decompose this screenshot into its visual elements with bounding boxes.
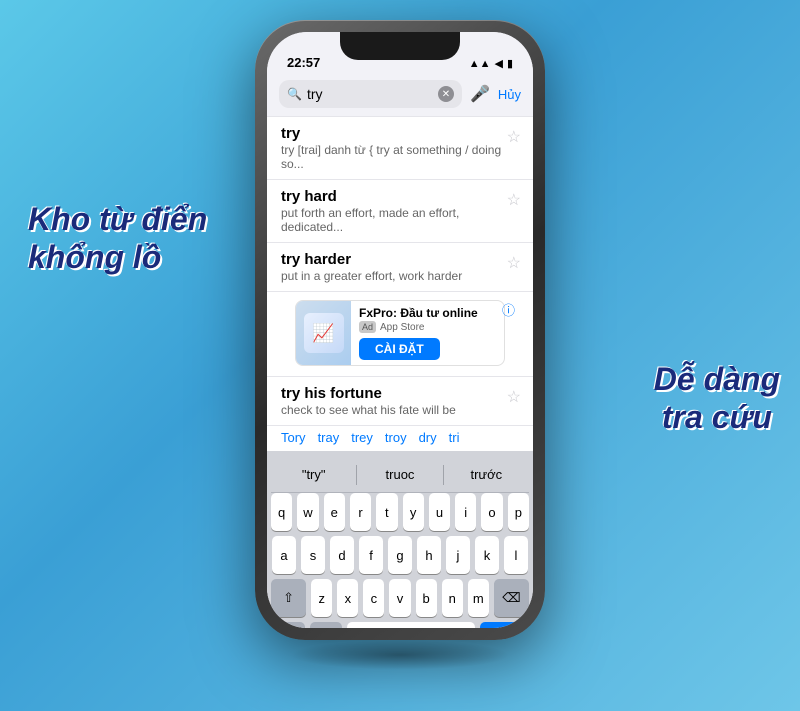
key-b[interactable]: b [416,579,437,617]
result-word: try harder [281,251,519,268]
key-d[interactable]: d [330,536,354,574]
result-definition: check to see what his fate will be [281,403,519,417]
key-u[interactable]: u [429,493,450,531]
clear-button[interactable]: ✕ [438,86,454,102]
ad-title: FxPro: Đầu tư online [359,306,496,320]
keyboard-row-1: q w e r t y u i o p [271,493,529,531]
ad-content-block[interactable]: 📈 FxPro: Đầu tư online Ad App Store CÀI … [295,300,505,366]
key-l[interactable]: l [504,536,528,574]
key-z[interactable]: z [311,579,332,617]
key-123[interactable]: 123 [271,622,305,628]
ad-install-button[interactable]: CÀI ĐẶT [359,338,440,360]
wifi-icon: ◀ [494,57,502,70]
key-i[interactable]: i [455,493,476,531]
phone-shadow [290,640,510,670]
mic-icon[interactable]: 🎤 [470,84,490,104]
result-item-try-fortune[interactable]: try his fortune check to see what his fa… [267,377,533,426]
ad-block: 📈 FxPro: Đầu tư online Ad App Store CÀI … [267,292,533,377]
key-delete[interactable]: ⌫ [494,579,529,617]
key-v[interactable]: v [389,579,410,617]
keyboard: "try" truoc trước q w e r t y u i o [267,451,533,628]
result-definition: put forth an effort, made an effort, ded… [281,206,519,234]
key-m[interactable]: m [468,579,489,617]
phone-body: 22:57 ▲▲ ◀ ▮ 🔍 try ✕ 🎤 Hủy [255,20,545,640]
ad-image: 📈 [296,301,351,365]
battery-icon: ▮ [507,57,513,70]
keyboard-row-3: ⇧ z x c v b n m ⌫ [271,579,529,617]
right-promo-text: Dễ dàng tra cứu [654,360,780,437]
key-c[interactable]: c [363,579,384,617]
suggestion-tory[interactable]: Tory [281,430,306,445]
key-search[interactable]: Tìm [480,622,529,628]
suggestion-trey[interactable]: trey [351,430,373,445]
word-suggestions-row: Tory tray trey troy dry tri [267,426,533,451]
ad-badge-row: Ad App Store [359,321,496,333]
star-icon[interactable]: ☆ [507,127,521,147]
key-w[interactable]: w [297,493,318,531]
key-j[interactable]: j [446,536,470,574]
result-word: try [281,125,519,142]
key-s[interactable]: s [301,536,325,574]
kbd-suggestion-2[interactable]: trước [444,467,529,482]
kbd-suggestion-1[interactable]: truoc [357,467,442,482]
key-o[interactable]: o [481,493,502,531]
key-a[interactable]: a [272,536,296,574]
key-n[interactable]: n [442,579,463,617]
suggestion-dry[interactable]: dry [419,430,437,445]
phone-screen: 22:57 ▲▲ ◀ ▮ 🔍 try ✕ 🎤 Hủy [267,32,533,628]
keyboard-suggestion-bar: "try" truoc trước [271,457,529,493]
result-word: try hard [281,188,519,205]
phone-mockup: 22:57 ▲▲ ◀ ▮ 🔍 try ✕ 🎤 Hủy [255,20,545,640]
key-r[interactable]: r [350,493,371,531]
result-item-try[interactable]: try try [trai] danh từ { try at somethin… [267,117,533,180]
status-time: 22:57 [287,55,320,70]
key-e[interactable]: e [324,493,345,531]
search-icon: 🔍 [287,87,302,101]
star-icon[interactable]: ☆ [507,387,521,407]
result-item-try-harder[interactable]: try harder put in a greater effort, work… [267,243,533,292]
result-item-try-hard[interactable]: try hard put forth an effort, made an ef… [267,180,533,243]
star-icon[interactable]: ☆ [507,253,521,273]
key-space[interactable]: dấu cách [347,622,475,628]
key-f[interactable]: f [359,536,383,574]
signal-icon: ▲▲ [469,58,491,70]
key-k[interactable]: k [475,536,499,574]
search-bar: 🔍 try ✕ 🎤 Hủy [267,76,533,116]
result-definition: put in a greater effort, work harder [281,269,519,283]
status-icons: ▲▲ ◀ ▮ [469,57,513,70]
phone-notch [340,32,460,60]
cancel-button[interactable]: Hủy [498,87,521,102]
result-word: try his fortune [281,385,519,402]
star-icon[interactable]: ☆ [507,190,521,210]
ad-store: App Store [380,322,424,333]
result-definition: try [trai] danh từ { try at something / … [281,143,519,171]
key-emoji[interactable]: ☺ [310,622,341,628]
keyboard-row-2: a s d f g h j k l [271,536,529,574]
key-h[interactable]: h [417,536,441,574]
search-input-wrapper[interactable]: 🔍 try ✕ [279,80,462,108]
key-g[interactable]: g [388,536,412,574]
keyboard-row-4: 123 ☺ dấu cách Tìm [271,622,529,628]
key-x[interactable]: x [337,579,358,617]
key-y[interactable]: y [403,493,424,531]
left-promo-text: Kho từ điển khổng lồ [28,200,207,277]
search-results: try try [trai] danh từ { try at somethin… [267,116,533,451]
ad-badge: Ad [359,321,376,333]
suggestion-tray[interactable]: tray [318,430,340,445]
kbd-suggestion-0[interactable]: "try" [271,467,356,482]
key-t[interactable]: t [376,493,397,531]
ad-info: FxPro: Đầu tư online Ad App Store CÀI ĐẶ… [351,301,504,365]
key-q[interactable]: q [271,493,292,531]
suggestion-troy[interactable]: troy [385,430,407,445]
search-input[interactable]: try [307,86,433,102]
key-shift[interactable]: ⇧ [271,579,306,617]
key-p[interactable]: p [508,493,529,531]
suggestion-tri[interactable]: tri [449,430,460,445]
ad-info-icon[interactable]: ⓘ [502,300,515,319]
